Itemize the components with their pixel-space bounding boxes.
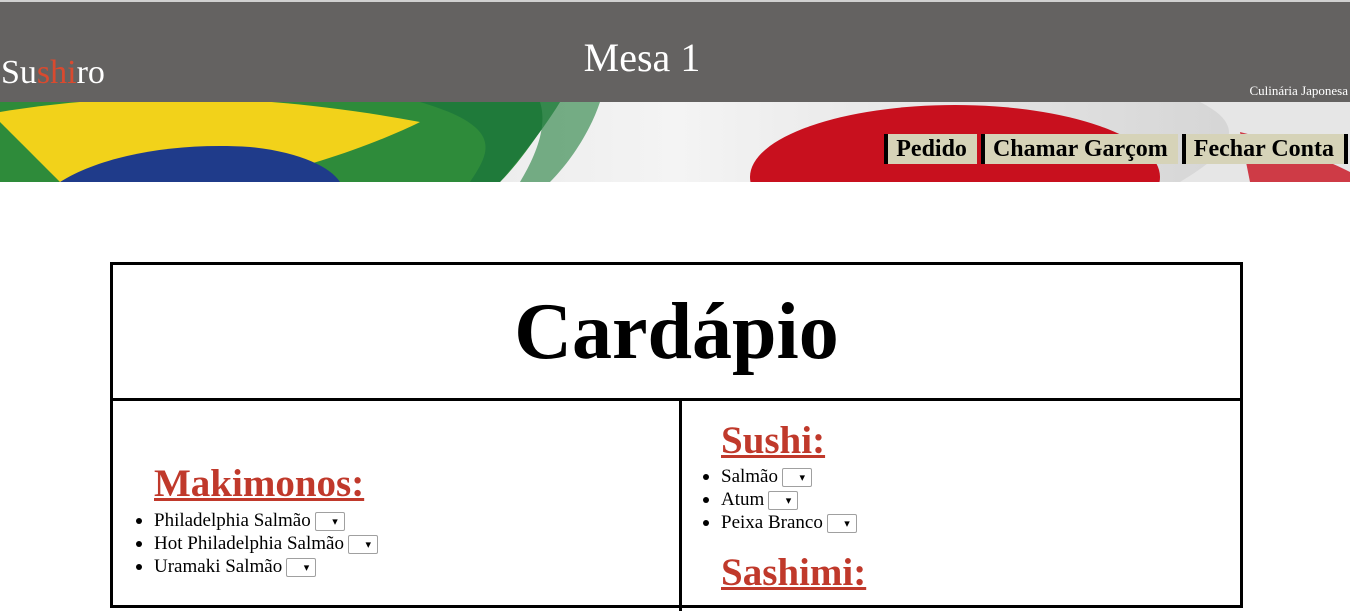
quantity-select[interactable] [314,512,345,532]
menu-table: Cardápio Makimonos: Philadelphia Salmão … [110,262,1243,611]
site-subtitle: Culinária Japonesa [1249,83,1348,98]
site-header: Sushiro Mesa 1 Culinária Japonesa [0,2,1350,102]
list-item: Peixa Branco [703,511,857,534]
sashimi-heading: Sashimi: [721,551,867,594]
quantity-select[interactable] [286,558,317,578]
makimonos-heading: Makimonos: [154,462,365,505]
menu-title: Cardápio [113,265,1240,401]
table-title: Mesa 1 [583,35,701,80]
list-item: Philadelphia Salmão [136,509,378,532]
makimonos-list: Philadelphia Salmão Hot Philadelphia Sal… [136,509,378,578]
sushi-heading: Sushi: [721,419,826,462]
list-item: Uramaki Salmão [136,555,378,578]
chamar-garcom-button[interactable]: Chamar Garçom [980,134,1178,164]
nav-bar: Pedido Chamar Garçom Fechar Conta [880,134,1348,164]
sushi-list: Salmão Atum Peixa Branco [703,465,857,534]
quantity-select[interactable] [826,514,857,534]
fechar-conta-button[interactable]: Fechar Conta [1181,134,1348,164]
quantity-select[interactable] [782,468,812,488]
quantity-select[interactable] [347,535,378,555]
quantity-select[interactable] [768,491,799,511]
pedido-button[interactable]: Pedido [884,134,977,164]
list-item: Salmão [703,465,857,488]
list-item: Atum [703,488,857,511]
list-item: Hot Philadelphia Salmão [136,532,378,555]
